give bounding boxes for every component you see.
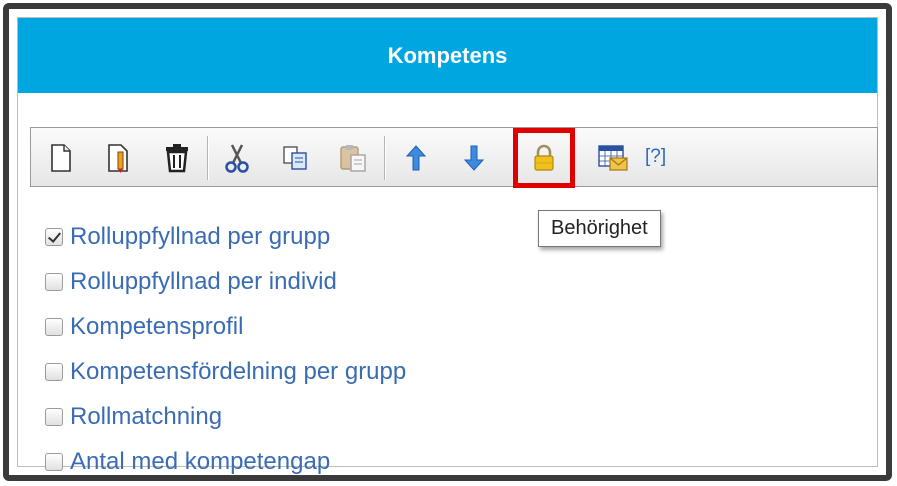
list-item[interactable]: Rolluppfyllnad per grupp [45,214,406,259]
copy-icon [283,146,307,170]
new-button[interactable] [41,138,81,178]
edit-icon [108,144,128,173]
checkbox[interactable] [45,407,63,426]
panel-title: Kompetens [387,42,508,68]
report-list: Rolluppfyllnad per grupp Rolluppfyllnad … [45,214,406,484]
list-item[interactable]: Rollmatchning [45,394,406,439]
delete-button[interactable] [157,138,197,178]
new-icon [51,144,71,172]
checkbox-checked[interactable] [45,227,63,246]
cut-button[interactable] [217,138,257,178]
copy-button[interactable] [275,138,315,178]
edit-button[interactable] [99,138,139,178]
item-label[interactable]: Kompetensprofil [70,313,243,341]
checkbox[interactable] [45,362,63,381]
toolbar-separator [207,136,209,180]
arrow-up-icon [405,145,427,171]
permission-button[interactable] [524,138,564,178]
toolbar-separator [384,136,386,180]
help-link[interactable]: [?] [645,146,666,168]
tooltip: Behörighet [538,210,661,247]
list-item[interactable]: Kompetensfördelning per grupp [45,349,406,394]
clipboard-icon [340,145,366,172]
move-up-button[interactable] [396,138,436,178]
item-label[interactable]: Kompetensfördelning per grupp [70,358,406,386]
toolbar: [?] [30,127,878,188]
list-item[interactable]: Kompetensprofil [45,304,406,349]
checkbox[interactable] [45,452,63,471]
kompetens-panel: Kompetens [?] Rolluppfyllnad per grupp R… [17,17,878,475]
schedule-mail-button[interactable] [593,138,633,178]
scissors-icon [225,144,249,173]
window-frame: Kompetens [?] Rolluppfyllnad per grupp R… [3,3,892,481]
arrow-down-icon [463,145,485,171]
lock-icon [534,144,554,171]
move-down-button[interactable] [454,138,494,178]
trash-icon [166,144,188,173]
checkbox[interactable] [45,317,63,336]
item-label[interactable]: Rolluppfyllnad per grupp [70,223,330,251]
list-item[interactable]: Rolluppfyllnad per individ [45,259,406,304]
item-label[interactable]: Rollmatchning [70,403,222,431]
panel-header: Kompetens [18,18,877,93]
calendar-envelope-icon [598,145,628,171]
item-label[interactable]: Antal med kompetengap [70,448,330,476]
item-label[interactable]: Rolluppfyllnad per individ [70,268,337,296]
checkbox[interactable] [45,272,63,291]
list-item[interactable]: Antal med kompetengap [45,439,406,484]
paste-button[interactable] [333,138,373,178]
